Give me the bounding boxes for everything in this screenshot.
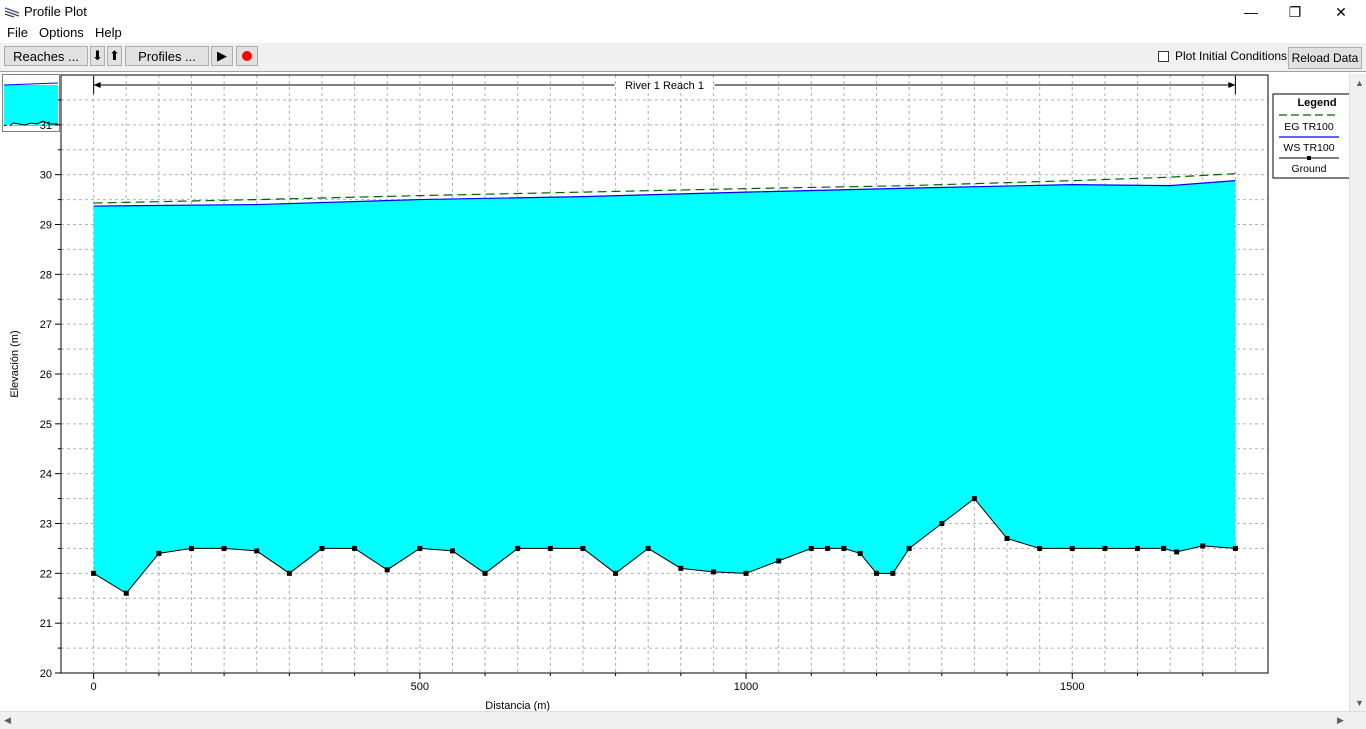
ground-point xyxy=(906,545,912,551)
ground-point xyxy=(286,570,292,576)
menu-help[interactable]: Help xyxy=(95,25,122,40)
profiles-button[interactable]: Profiles ... xyxy=(125,46,209,66)
horizontal-scrollbar[interactable]: ◀ ▶ xyxy=(0,711,1366,729)
profile-plot-icon xyxy=(4,7,20,18)
ground-point xyxy=(808,545,814,551)
reach-label: River 1 Reach 1 xyxy=(625,80,704,92)
ground-point xyxy=(1161,545,1167,551)
ground-point xyxy=(890,570,896,576)
window-title: Profile Plot xyxy=(24,4,87,19)
legend-ground-marker xyxy=(1307,156,1311,160)
y-tick-label: 21 xyxy=(40,618,52,630)
ground-point xyxy=(188,545,194,551)
legend-ws-label: WS TR100 xyxy=(1283,142,1334,154)
y-tick-label: 25 xyxy=(40,419,52,431)
y-tick-label: 27 xyxy=(40,319,52,331)
ground-point xyxy=(1069,545,1075,551)
x-tick-label: 500 xyxy=(411,681,429,693)
ground-point xyxy=(1037,545,1043,551)
move-up-button[interactable]: ⬆ xyxy=(107,46,122,66)
y-tick-label: 29 xyxy=(40,220,52,232)
ground-point xyxy=(971,496,977,502)
ground-point xyxy=(1004,535,1010,541)
y-axis-label: Elevación (m) xyxy=(9,330,21,397)
ground-point xyxy=(1135,545,1141,551)
restore-button[interactable]: ❐ xyxy=(1272,0,1318,24)
x-tick-label: 1000 xyxy=(734,681,758,693)
ground-point xyxy=(254,548,260,554)
record-icon xyxy=(242,51,252,61)
title-bar: Profile Plot — ❐ ✕ xyxy=(0,0,1366,24)
y-tick-label: 22 xyxy=(40,568,52,580)
ground-point xyxy=(825,545,831,551)
move-down-button[interactable]: ⬇ xyxy=(90,46,105,66)
legend-eg-label: EG TR100 xyxy=(1284,121,1334,133)
ground-point xyxy=(352,545,358,551)
y-tick-label: 20 xyxy=(40,668,52,680)
ground-point xyxy=(613,570,619,576)
y-tick-label: 23 xyxy=(40,519,52,531)
scroll-down-icon[interactable]: ▼ xyxy=(1355,698,1364,708)
menu-bar: File Options Help xyxy=(0,24,1366,42)
ground-point xyxy=(645,545,651,551)
legend-ground-label: Ground xyxy=(1291,163,1326,175)
ground-point xyxy=(743,570,749,576)
y-tick-label: 24 xyxy=(40,469,52,481)
ground-point xyxy=(857,550,863,556)
plot-initial-conditions-toggle[interactable]: Plot Initial Conditions xyxy=(1158,49,1287,63)
legend-title: Legend xyxy=(1297,97,1336,109)
scroll-left-icon[interactable]: ◀ xyxy=(4,715,11,726)
legend: Legend EG TR100 WS TR100 Ground xyxy=(1272,93,1362,179)
menu-options[interactable]: Options xyxy=(39,25,84,40)
ground-point xyxy=(547,545,553,551)
scroll-up-icon[interactable]: ▲ xyxy=(1355,78,1364,88)
ground-point xyxy=(678,565,684,571)
ground-point xyxy=(417,545,423,551)
record-button[interactable] xyxy=(236,46,258,66)
scroll-right-icon[interactable]: ▶ xyxy=(1337,715,1344,726)
ground-point xyxy=(580,545,586,551)
ground-point xyxy=(1174,549,1180,555)
close-button[interactable]: ✕ xyxy=(1318,0,1364,24)
ground-point xyxy=(384,567,390,573)
ground-point xyxy=(319,545,325,551)
reload-data-button[interactable]: Reload Data xyxy=(1288,47,1362,69)
water-surface-fill xyxy=(93,180,1236,594)
ground-point xyxy=(515,545,521,551)
ground-point xyxy=(841,545,847,551)
ground-point xyxy=(156,550,162,556)
play-button[interactable]: ▶ xyxy=(211,46,233,66)
ground-point xyxy=(1232,545,1238,551)
vertical-scrollbar[interactable]: ▲ ▼ xyxy=(1349,74,1366,716)
profile-chart: 0 500 1000 1500 20 21 22 23 24 25 26 27 28 29 30 31 Riv… xyxy=(9,74,1362,712)
x-tick-label: 0 xyxy=(91,681,97,693)
ground-point xyxy=(1102,545,1108,551)
y-tick-label: 28 xyxy=(40,269,52,281)
ground-point xyxy=(91,570,97,576)
x-tick-label: 1500 xyxy=(1060,681,1084,693)
y-tick-label: 26 xyxy=(40,369,52,381)
y-tick-label: 31 xyxy=(40,120,52,132)
ground-point xyxy=(1200,543,1206,549)
ground-point xyxy=(776,558,782,564)
plot-initial-conditions-checkbox[interactable] xyxy=(1158,50,1169,62)
minimize-button[interactable]: — xyxy=(1228,0,1274,24)
ground-point xyxy=(939,521,945,526)
plot-area: 0 500 1000 1500 20 21 22 23 24 25 26 27 28 29 30 31 Riv… xyxy=(0,71,1366,717)
plot-initial-conditions-label: Plot Initial Conditions xyxy=(1175,49,1288,63)
reaches-button[interactable]: Reaches ... xyxy=(4,46,88,66)
ground-point xyxy=(123,590,129,596)
ground-point xyxy=(449,548,455,554)
ground-point xyxy=(710,569,716,575)
ground-point xyxy=(482,570,488,576)
menu-file[interactable]: File xyxy=(7,25,28,40)
y-tick-label: 30 xyxy=(40,170,52,182)
ground-point xyxy=(221,545,227,551)
ground-point xyxy=(874,570,880,576)
